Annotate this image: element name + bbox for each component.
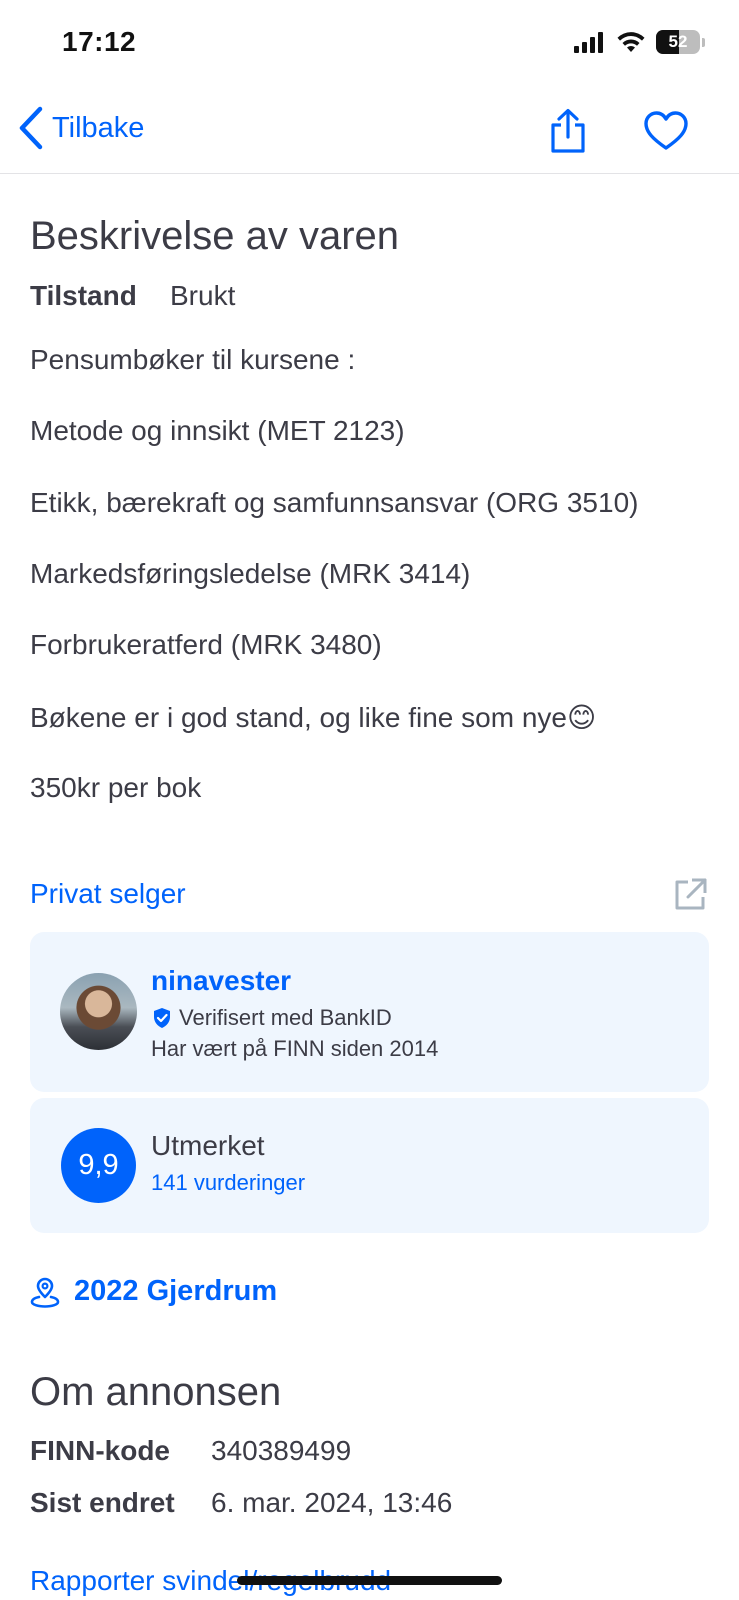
condition-label: Tilstand: [30, 280, 137, 311]
location-pin-icon: [30, 1277, 60, 1308]
description-line: Metode og innsikt (MET 2123): [30, 415, 405, 446]
location-text: 2022 Gjerdrum: [74, 1275, 278, 1307]
description-line: Forbrukeratferd (MRK 3480): [30, 629, 382, 660]
description-title: Beskrivelse av varen: [30, 214, 400, 258]
status-time: 17:12: [62, 26, 137, 57]
private-seller-link[interactable]: Privat selger: [30, 878, 186, 910]
battery-icon: 52: [656, 30, 700, 54]
rating-label: Utmerket: [151, 1130, 265, 1161]
verified-text: Verifisert med BankID: [179, 1005, 392, 1030]
status-icons: 52: [574, 30, 705, 54]
condition-value: Brukt: [170, 280, 236, 311]
battery-tip: [702, 37, 705, 47]
back-button[interactable]: Tilbake: [16, 105, 144, 151]
about-title: Om annonsen: [30, 1370, 282, 1414]
wifi-icon: [617, 32, 645, 52]
finn-code-label: FINN-kode: [30, 1435, 170, 1466]
verified-badge-icon: [154, 1008, 170, 1028]
description-line: Markedsføringsledelse (MRK 3414): [30, 558, 471, 589]
rating-count-link[interactable]: 141 vurderinger: [151, 1170, 305, 1196]
home-indicator: [237, 1576, 502, 1585]
avatar: [60, 973, 137, 1050]
battery-level: 52: [668, 32, 688, 51]
member-since-text: Har vært på FINN siden 2014: [151, 1036, 439, 1061]
description-line: Bøkene er i god stand, og like fine som …: [30, 702, 597, 733]
description-line: Pensumbøker til kursene :: [30, 344, 356, 375]
location-link[interactable]: 2022 Gjerdrum: [30, 1275, 277, 1308]
external-link-icon[interactable]: [672, 877, 708, 913]
heart-icon[interactable]: [643, 110, 689, 152]
finn-code-value: 340389499: [211, 1435, 352, 1466]
rating-score-badge: 9,9: [61, 1128, 136, 1203]
verified-row: Verifisert med BankID: [151, 1005, 392, 1031]
description-line: 350kr per bok: [30, 772, 202, 803]
last-changed-label: Sist endret: [30, 1487, 175, 1518]
last-changed-value: 6. mar. 2024, 13:46: [211, 1487, 453, 1518]
chevron-left-icon: [19, 106, 43, 150]
back-label: Tilbake: [52, 111, 145, 144]
description-line: Etikk, bærekraft og samfunnsansvar (ORG …: [30, 487, 639, 518]
share-icon[interactable]: [548, 108, 588, 154]
cellular-signal-icon: [574, 32, 603, 53]
seller-username[interactable]: ninavester: [151, 965, 291, 997]
